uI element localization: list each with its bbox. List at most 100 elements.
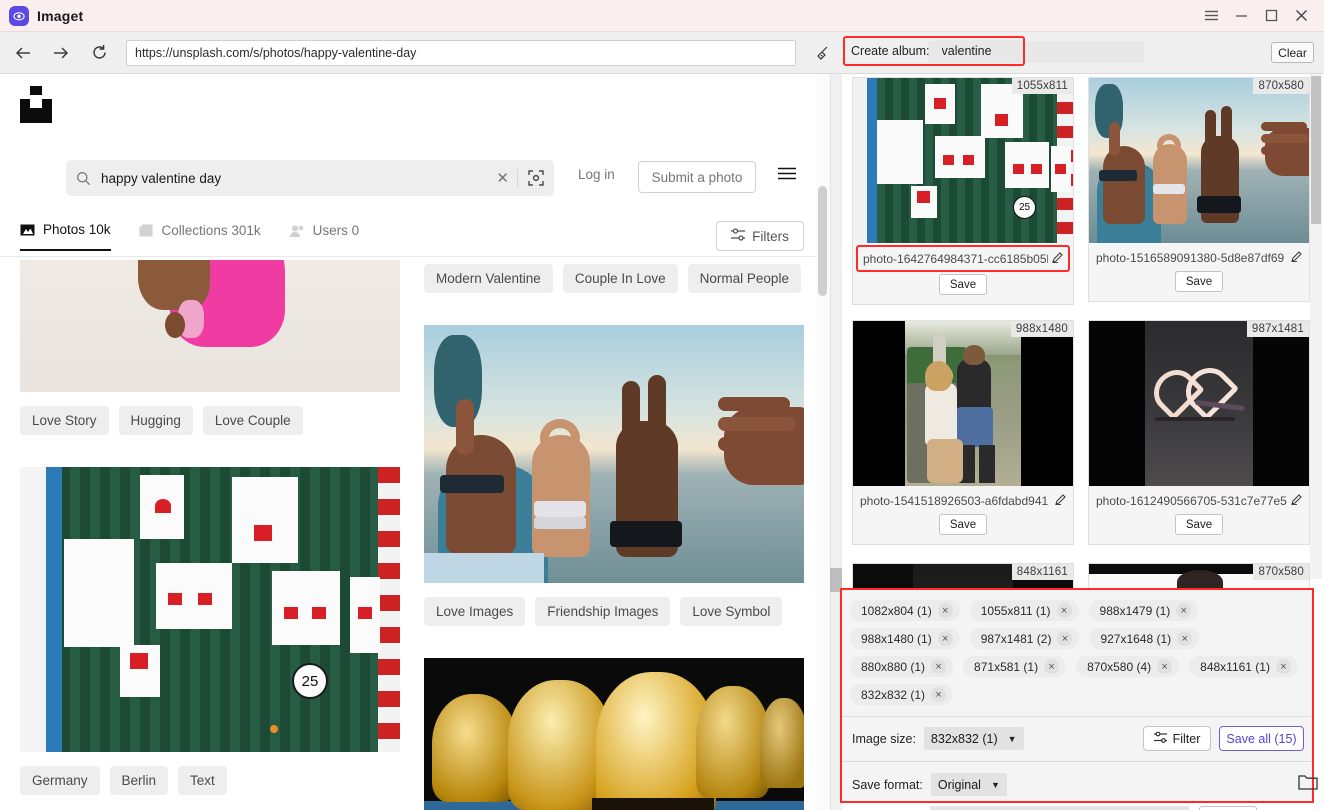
filters-button[interactable]: Filters [716, 221, 804, 251]
tag-chip[interactable]: Couple In Love [562, 264, 678, 293]
pencil-icon[interactable] [1291, 493, 1303, 508]
image-card-thumbnail[interactable]: 870x580 [1089, 78, 1309, 243]
unsplash-menu-icon[interactable] [778, 167, 796, 185]
tag-chip[interactable]: Modern Valentine [424, 264, 553, 293]
image-card[interactable]: 988x1480 photo-1541518926503-a6fdabd941 … [852, 320, 1074, 545]
tab-photos[interactable]: Photos 10k [20, 222, 111, 251]
photo-thumbnail[interactable]: 25 [20, 467, 400, 752]
menu-icon[interactable] [1196, 1, 1226, 31]
photo-thumbnail[interactable] [20, 260, 400, 392]
close-icon[interactable]: × [931, 659, 947, 674]
close-icon[interactable]: × [1057, 631, 1073, 646]
close-icon[interactable]: × [1157, 659, 1173, 674]
file-location-input[interactable]: C:\Users\mobeesoft\Pictures\imaget [930, 806, 1190, 810]
save-button-wrap: Save [853, 514, 1073, 544]
save-button[interactable]: Save [939, 274, 987, 295]
size-chip[interactable]: 987x1481 (2) × [969, 628, 1080, 649]
back-icon[interactable] [8, 38, 38, 68]
save-format-select[interactable]: Original ▼ [930, 773, 1007, 796]
tag-chip[interactable]: Normal People [687, 264, 801, 293]
save-all-button[interactable]: Save all (15) [1219, 726, 1304, 751]
close-icon[interactable]: × [1056, 603, 1072, 618]
close-icon[interactable]: × [1044, 659, 1060, 674]
clear-search-icon[interactable]: ✕ [488, 169, 517, 187]
close-icon[interactable]: × [1177, 631, 1193, 646]
unsplash-search-box[interactable]: happy valentine day ✕ [66, 160, 554, 196]
tab-photos-label: Photos 10k [43, 222, 111, 237]
tab-users[interactable]: Users 0 [289, 223, 359, 250]
tag-chip[interactable]: Love Symbol [680, 597, 783, 626]
pencil-icon[interactable] [1052, 251, 1064, 266]
size-chip[interactable]: 988x1480 (1) × [850, 628, 960, 649]
clear-button[interactable]: Clear [1271, 42, 1314, 63]
tag-chip[interactable]: Love Story [20, 406, 109, 435]
save-button[interactable]: Save [1175, 514, 1223, 535]
size-chip[interactable]: 870x580 (4) × [1076, 656, 1180, 677]
broom-icon[interactable] [810, 40, 836, 66]
image-name-field[interactable]: photo-1516589091380-5d8e87df69 [1089, 243, 1309, 271]
tag-chip[interactable]: Love Couple [202, 406, 303, 435]
tag-chip[interactable]: Germany [20, 766, 100, 795]
login-link[interactable]: Log in [578, 167, 615, 182]
address-bar[interactable]: https://unsplash.com/s/photos/happy-vale… [126, 39, 796, 66]
size-chip[interactable]: 848x1161 (1) × [1189, 656, 1298, 677]
save-button[interactable]: Save [1175, 271, 1223, 292]
close-icon[interactable]: × [937, 603, 953, 618]
create-album-input[interactable] [936, 40, 1022, 62]
file-location-row: File location: C:\Users\mobeesoft\Pictur… [842, 796, 1312, 810]
unsplash-logo-icon[interactable] [20, 86, 52, 123]
maximize-icon[interactable] [1256, 1, 1286, 31]
image-name-field[interactable]: photo-1642764984371-cc6185b05b [856, 245, 1070, 272]
size-chip[interactable]: 1082x804 (1) × [850, 600, 960, 621]
tab-collections[interactable]: Collections 301k [139, 223, 261, 250]
tag-chip[interactable]: Berlin [109, 766, 169, 795]
close-icon[interactable]: × [1176, 603, 1192, 618]
close-icon[interactable]: × [1275, 659, 1291, 674]
size-chip[interactable]: 832x832 (1) × [850, 684, 954, 705]
page-scrollbar-thumb[interactable] [818, 186, 827, 296]
size-chip[interactable]: 1055x811 (1) × [969, 600, 1079, 621]
size-chip-label: 1082x804 (1) [861, 603, 932, 618]
photo-thumbnail[interactable] [424, 658, 804, 810]
image-size-select[interactable]: 832x832 (1) ▼ [923, 727, 1024, 750]
image-card-thumbnail[interactable]: 25 1055x811 [853, 78, 1073, 243]
size-chip[interactable]: 927x1648 (1) × [1089, 628, 1200, 649]
pencil-icon[interactable] [1291, 250, 1303, 265]
image-card-thumbnail[interactable]: 988x1480 [853, 321, 1073, 486]
minimize-icon[interactable] [1226, 1, 1256, 31]
filter-button[interactable]: Filter [1143, 726, 1211, 751]
close-icon[interactable]: × [937, 631, 953, 646]
photo-tags: Love Story Hugging Love Couple [20, 406, 400, 435]
save-button[interactable]: Save [939, 514, 987, 535]
tag-chip[interactable]: Friendship Images [535, 597, 671, 626]
tag-chip[interactable]: Hugging [118, 406, 193, 435]
size-chip[interactable]: 880x880 (1) × [850, 656, 954, 677]
folder-icon[interactable] [1298, 774, 1318, 796]
results-scrollbar-thumb[interactable] [1311, 76, 1321, 224]
image-card[interactable]: 987x1481 photo-1612490566705-531c7e77e5 … [1088, 320, 1310, 545]
image-card[interactable]: 25 1055x811 photo-1642764984371-cc6185b0… [852, 77, 1074, 305]
page-scrollbar-track[interactable] [816, 74, 830, 810]
change-location-button[interactable]: Change [1199, 806, 1258, 810]
submit-photo-button[interactable]: Submit a photo [638, 161, 756, 193]
tag-chip[interactable]: Text [178, 766, 227, 795]
image-dimensions-badge: 870x580 [1253, 564, 1309, 580]
create-album-group: Create album: [843, 36, 1025, 66]
close-icon[interactable]: × [931, 687, 947, 702]
size-chip[interactable]: 871x581 (1) × [963, 656, 1067, 677]
tag-chip[interactable]: Love Images [424, 597, 526, 626]
close-icon[interactable] [1286, 1, 1316, 31]
image-card[interactable]: 870x580 photo-1516589091380-5d8e87df69 S… [1088, 77, 1310, 302]
photo-thumbnail[interactable] [424, 325, 804, 583]
size-chip[interactable]: 988x1479 (1) × [1088, 600, 1199, 621]
image-size-row: Image size: 832x832 (1) ▼ Filter Save al… [842, 717, 1312, 751]
image-card-thumbnail[interactable]: 987x1481 [1089, 321, 1309, 486]
image-name-field[interactable]: photo-1541518926503-a6fdabd941 [853, 486, 1073, 514]
visual-search-icon[interactable] [518, 170, 544, 186]
search-input[interactable]: happy valentine day [101, 171, 488, 186]
reload-icon[interactable] [84, 38, 114, 68]
image-name-field[interactable]: photo-1612490566705-531c7e77e5 [1089, 486, 1309, 514]
forward-icon[interactable] [46, 38, 76, 68]
pencil-icon[interactable] [1055, 493, 1067, 508]
size-chip-label: 988x1479 (1) [1099, 603, 1171, 618]
